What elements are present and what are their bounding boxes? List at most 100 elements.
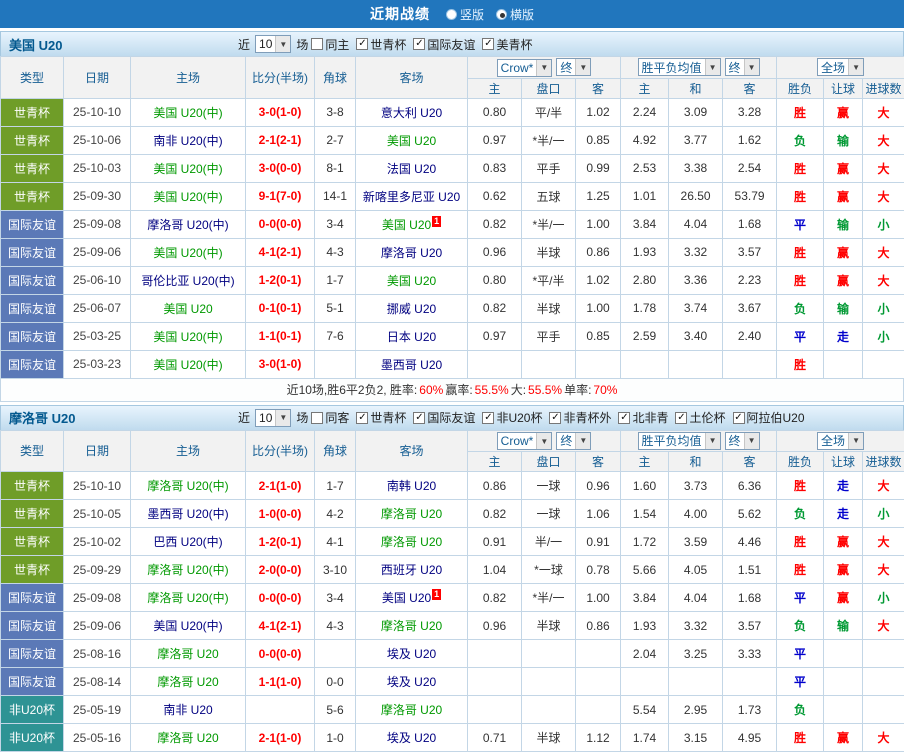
match-score[interactable]: 3-0(1-0) xyxy=(245,97,315,127)
away-team-link[interactable]: 美国 U20 xyxy=(387,134,436,148)
match-score[interactable]: 1-2(0-1) xyxy=(245,527,315,556)
match-score[interactable]: 2-1(1-0) xyxy=(245,723,315,752)
bookmaker-select[interactable]: Crow* ▼ xyxy=(496,432,553,450)
checkbox-checked-icon[interactable]: ✓ xyxy=(675,411,688,424)
avg-stage-select[interactable]: 终 ▼ xyxy=(724,431,760,450)
filter-checkbox[interactable]: ✓ 北非青 xyxy=(618,409,668,426)
home-team-link[interactable]: 巴西 U20(中) xyxy=(153,535,222,549)
match-score[interactable]: 3-0(1-0) xyxy=(245,349,315,379)
checkbox-checked-icon[interactable]: ✓ xyxy=(482,411,495,424)
filter-checkbox[interactable]: ✓ 美青杯 xyxy=(482,36,532,53)
home-team-link[interactable]: 美国 U20(中) xyxy=(153,190,222,204)
away-team-link[interactable]: 美国 U20 xyxy=(387,274,436,288)
away-team-link[interactable]: 美国 U20 xyxy=(382,591,431,605)
checkbox-checked-icon[interactable]: ✓ xyxy=(356,38,369,50)
filter-checkbox[interactable]: 同主 xyxy=(311,36,349,53)
away-team-link[interactable]: 美国 U20 xyxy=(382,218,431,232)
layout-option-vertical[interactable]: 竖版 xyxy=(445,6,484,23)
away-team-link[interactable]: 南韩 U20 xyxy=(387,479,436,493)
checkbox-checked-icon[interactable]: ✓ xyxy=(549,411,562,424)
match-score[interactable]: 9-1(7-0) xyxy=(245,181,315,211)
home-team-link[interactable]: 摩洛哥 U20(中) xyxy=(147,563,228,577)
match-score[interactable]: 2-1(1-0) xyxy=(245,471,315,500)
radio-checked-icon[interactable] xyxy=(496,8,507,20)
away-team-link[interactable]: 挪威 U20 xyxy=(387,302,436,316)
home-team-link[interactable]: 摩洛哥 U20(中) xyxy=(147,218,228,232)
checkbox-checked-icon[interactable]: ✓ xyxy=(413,38,426,50)
home-team-link[interactable]: 美国 U20(中) xyxy=(153,246,222,260)
bookmaker-select[interactable]: Crow* ▼ xyxy=(496,58,553,77)
filter-checkbox[interactable]: ✓ 世青杯 xyxy=(356,409,406,426)
match-count-select[interactable]: 10 ▼ xyxy=(255,35,292,53)
filter-checkbox[interactable]: 同客 xyxy=(311,409,349,426)
away-team-link[interactable]: 埃及 U20 xyxy=(387,647,436,661)
checkbox-checked-icon[interactable]: ✓ xyxy=(732,411,745,424)
away-team-link[interactable]: 摩洛哥 U20 xyxy=(381,619,442,633)
home-team-link[interactable]: 美国 U20(中) xyxy=(153,358,222,372)
home-team-link[interactable]: 摩洛哥 U20(中) xyxy=(147,479,228,493)
away-team-link[interactable]: 法国 U20 xyxy=(387,162,436,176)
away-team-link[interactable]: 摩洛哥 U20 xyxy=(381,507,442,521)
radio-unchecked-icon[interactable] xyxy=(445,8,457,20)
away-team-link[interactable]: 埃及 U20 xyxy=(387,731,436,745)
match-score[interactable]: 0-0(0-0) xyxy=(245,209,315,239)
filter-checkbox[interactable]: ✓ 非U20杯 xyxy=(482,409,542,426)
away-team-link[interactable]: 埃及 U20 xyxy=(387,675,436,689)
away-team-link[interactable]: 摩洛哥 U20 xyxy=(381,535,442,549)
away-team-link[interactable]: 日本 U20 xyxy=(387,330,436,344)
home-team-link[interactable]: 美国 U20(中) xyxy=(153,619,222,633)
checkbox-checked-icon[interactable]: ✓ xyxy=(618,411,631,424)
avg-odds-select[interactable]: 胜平负均值 ▼ xyxy=(637,431,721,450)
match-score[interactable]: 0-1(0-1) xyxy=(245,293,315,323)
match-count-select[interactable]: 10 ▼ xyxy=(255,408,292,427)
avg-odds-select[interactable]: 胜平负均值 ▼ xyxy=(637,58,721,77)
home-team-link[interactable]: 墨西哥 U20(中) xyxy=(147,507,228,521)
filter-checkbox[interactable]: ✓ 土伦杯 xyxy=(675,409,726,426)
away-team-link[interactable]: 摩洛哥 U20 xyxy=(381,246,442,260)
filter-checkbox[interactable]: ✓ 国际友谊 xyxy=(413,409,475,426)
checkbox-checked-icon[interactable]: ✓ xyxy=(482,38,495,50)
match-score[interactable]: 0-0(0-0) xyxy=(245,583,315,612)
home-team-link[interactable]: 美国 U20(中) xyxy=(153,162,222,176)
checkbox-checked-icon[interactable]: ✓ xyxy=(413,411,426,424)
checkbox-unchecked-icon[interactable] xyxy=(311,411,324,424)
home-team-link[interactable]: 美国 U20 xyxy=(163,302,212,316)
checkbox-checked-icon[interactable]: ✓ xyxy=(356,411,369,424)
checkbox-unchecked-icon[interactable] xyxy=(311,38,324,50)
match-score[interactable]: 1-2(0-1) xyxy=(245,265,315,295)
layout-option-horizontal[interactable]: 横版 xyxy=(496,6,534,23)
match-score[interactable]: 4-1(2-1) xyxy=(245,611,315,640)
filter-checkbox[interactable]: ✓ 国际友谊 xyxy=(413,36,475,53)
home-team-link[interactable]: 美国 U20(中) xyxy=(153,330,222,344)
match-score[interactable]: 1-1(1-0) xyxy=(245,667,315,696)
match-score[interactable]: 1-0(0-0) xyxy=(245,499,315,528)
away-team-link[interactable]: 墨西哥 U20 xyxy=(381,358,442,372)
home-team-link[interactable]: 南非 U20(中) xyxy=(153,134,222,148)
home-team-link[interactable]: 哥伦比亚 U20(中) xyxy=(141,274,234,288)
odds-stage-select[interactable]: 终 ▼ xyxy=(556,58,592,76)
filter-checkbox[interactable]: ✓ 阿拉伯U20 xyxy=(732,409,805,426)
match-score[interactable]: 3-0(0-0) xyxy=(245,153,315,183)
home-team-link[interactable]: 南非 U20 xyxy=(163,703,212,717)
home-team-link[interactable]: 摩洛哥 U20 xyxy=(157,647,218,661)
filter-checkbox[interactable]: ✓ 世青杯 xyxy=(356,36,406,53)
scope-select[interactable]: 全场 ▼ xyxy=(817,431,865,450)
match-score[interactable]: 2-1(2-1) xyxy=(245,125,315,155)
away-team-link[interactable]: 新喀里多尼亚 U20 xyxy=(363,190,460,204)
home-team-link[interactable]: 摩洛哥 U20 xyxy=(157,731,218,745)
match-score[interactable]: 1-1(0-1) xyxy=(245,321,315,351)
away-team-link[interactable]: 摩洛哥 U20 xyxy=(381,703,442,717)
home-team-link[interactable]: 摩洛哥 U20(中) xyxy=(147,591,228,605)
home-team-link[interactable]: 美国 U20(中) xyxy=(153,106,222,120)
avg-stage-select[interactable]: 终 ▼ xyxy=(724,58,760,77)
home-team-link[interactable]: 摩洛哥 U20 xyxy=(157,675,218,689)
odds-stage-select[interactable]: 终 ▼ xyxy=(556,431,592,450)
scope-select[interactable]: 全场 ▼ xyxy=(817,58,865,77)
away-team-link[interactable]: 意大利 U20 xyxy=(381,106,442,120)
match-score[interactable]: 2-0(0-0) xyxy=(245,555,315,584)
away-team-link[interactable]: 西班牙 U20 xyxy=(381,563,442,577)
match-score[interactable]: 0-0(0-0) xyxy=(245,639,315,668)
match-score[interactable] xyxy=(245,695,315,724)
match-score[interactable]: 4-1(2-1) xyxy=(245,237,315,267)
filter-checkbox[interactable]: ✓ 非青杯外 xyxy=(549,409,611,426)
